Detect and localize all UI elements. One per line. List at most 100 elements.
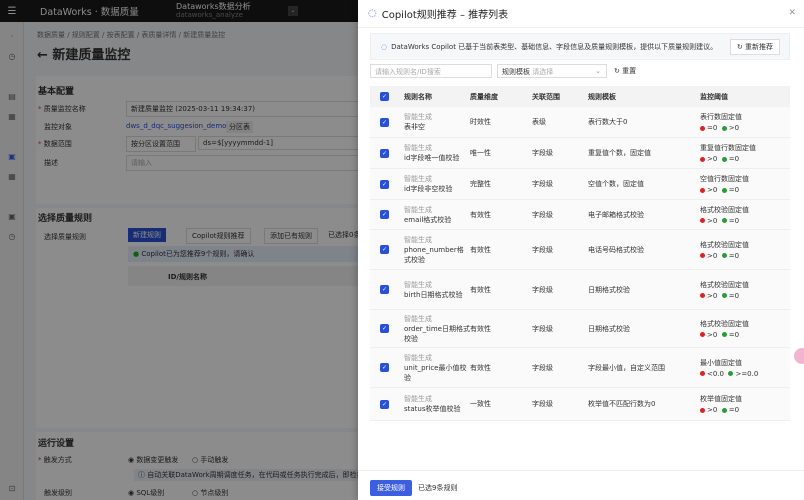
copilot-icon: ◌: [368, 8, 377, 19]
row-checkbox[interactable]: ✓: [380, 285, 389, 294]
row-checkbox[interactable]: ✓: [380, 324, 389, 333]
rule-name: id字段唯一值校验: [404, 154, 460, 162]
rule-name-cell: 智能生成 email格式校验: [404, 205, 470, 225]
selected-count: 已选9条规则: [418, 484, 458, 492]
red-dot-icon: [700, 253, 705, 258]
scope-cell: 字段级: [532, 324, 553, 333]
scope-cell: 字段级: [532, 210, 553, 219]
generated-tag: 智能生成: [404, 144, 432, 152]
rule-name: birth日期格式校验: [404, 290, 463, 299]
info-text: DataWorks Copilot 已基于当前表类型、基础信息、字段信息及质量规…: [391, 42, 718, 51]
red-dot-icon: [700, 293, 705, 298]
dimension-cell: 有效性: [470, 324, 491, 333]
template-select[interactable]: 规则模板 请选择 ⌄: [497, 64, 607, 78]
scope-cell: 字段级: [532, 400, 553, 408]
reset-button[interactable]: ↻ 重置: [614, 66, 636, 76]
row-checkbox[interactable]: ✓: [380, 179, 389, 189]
close-icon[interactable]: ✕: [788, 8, 796, 18]
template-cell: 日期格式校验: [588, 324, 630, 333]
scope-cell: 字段级: [532, 180, 553, 188]
green-dot-icon: [721, 407, 727, 413]
rule-name-cell: 智能生成 birth日期格式校验: [404, 280, 470, 300]
row-checkbox[interactable]: ✓: [380, 399, 389, 409]
info-box: ◌ DataWorks Copilot 已基于当前表类型、基础信息、字段信息及质…: [370, 33, 790, 60]
threshold-type: 最小值固定值: [700, 358, 742, 367]
template-cell: 空值个数，固定值: [588, 180, 644, 188]
table-row[interactable]: ✓ 智能生成 birth日期格式校验 有效性 字段级 日期格式校验 格式校验固定值…: [370, 270, 790, 310]
rule-name-cell: 智能生成 id字段唯一值校验: [404, 143, 470, 163]
search-input[interactable]: 请输入规则名/ID搜索: [370, 64, 492, 78]
threshold-cell: 格式校验固定值 >0 =0: [700, 240, 790, 260]
row-checkbox[interactable]: ✓: [380, 210, 389, 219]
threshold-cell: 格式校验固定值 >0 =0: [700, 205, 790, 225]
threshold-type: 重复值行数固定值: [700, 144, 756, 152]
threshold-cell: 格式校验固定值 >0 =0: [700, 319, 790, 339]
table-row[interactable]: ✓ 智能生成 order_time日期格式校验 有效性 字段级 日期格式校验 格式…: [370, 310, 790, 348]
table-row[interactable]: ✓ 智能生成 表非空 时效性 表级 表行数大于0 表行数固定值 =0 >0: [370, 107, 790, 138]
red-dot-icon: [700, 187, 705, 193]
drawer-title: Copilot规则推荐 – 推荐列表: [381, 10, 509, 21]
threshold-type: 格式校验固定值: [700, 319, 749, 328]
template-cell: 表行数大于0: [588, 118, 628, 126]
green-dot-icon: [721, 156, 727, 162]
col-threshold: 监控阈值: [700, 92, 728, 101]
table-row[interactable]: ✓ 智能生成 unit_price最小值校验 有效性 字段级 字段最小值，自定义范…: [370, 348, 790, 388]
col-scope: 关联范围: [532, 92, 560, 101]
table-row[interactable]: ✓ 智能生成 email格式校验 有效性 字段级 电子邮箱格式校验 格式校验固定值…: [370, 200, 790, 230]
dimension-cell: 一致性: [470, 400, 491, 408]
select-label: 规则模板: [502, 68, 530, 76]
green-threshold: =0: [728, 186, 740, 194]
dimension-cell: 有效性: [470, 210, 491, 219]
generated-tag: 智能生成: [404, 280, 432, 289]
green-dot-icon: [721, 332, 727, 337]
table-row[interactable]: ✓ 智能生成 id字段非空校验 完整性 字段级 空值个数，固定值 空值行数固定值 >…: [370, 169, 790, 200]
generated-tag: 智能生成: [404, 113, 432, 121]
table-row[interactable]: ✓ 智能生成 id字段唯一值校验 唯一性 字段级 重复值个数，固定值 重复值行数固…: [370, 138, 790, 169]
assistant-float-button[interactable]: [794, 348, 804, 364]
rule-name: 表非空: [404, 123, 425, 131]
rule-name: unit_price最小值校验: [404, 363, 467, 382]
select-placeholder: 请选择: [532, 68, 554, 76]
col-dimension: 质量维度: [470, 92, 498, 101]
select-all-checkbox[interactable]: ✓: [380, 92, 389, 101]
threshold-type: 格式校验固定值: [700, 205, 749, 214]
rule-name-cell: 智能生成 id字段非空校验: [404, 174, 470, 194]
dimension-cell: 唯一性: [470, 149, 491, 157]
rule-name-cell: 智能生成 unit_price最小值校验: [404, 353, 470, 383]
dimension-cell: 时效性: [470, 118, 491, 126]
dimension-cell: 有效性: [470, 245, 491, 254]
row-checkbox[interactable]: ✓: [380, 148, 389, 158]
row-checkbox[interactable]: ✓: [380, 245, 389, 254]
copilot-icon: ◌: [381, 42, 388, 51]
generated-tag: 智能生成: [404, 395, 432, 403]
accept-rules-button[interactable]: 接受规则: [370, 480, 412, 496]
button-label: 重新推荐: [745, 43, 773, 51]
threshold-cell: 最小值固定值 <0.0 >=0.0: [700, 358, 790, 378]
scope-cell: 表级: [532, 118, 546, 126]
row-checkbox[interactable]: ✓: [380, 363, 389, 372]
template-cell: 日期格式校验: [588, 285, 630, 294]
red-dot-icon: [700, 218, 705, 223]
row-checkbox[interactable]: ✓: [380, 117, 389, 127]
chevron-down-icon: ⌄: [595, 67, 601, 75]
generated-tag: 智能生成: [404, 205, 432, 214]
generated-tag: 智能生成: [404, 314, 432, 323]
threshold-type: 格式校验固定值: [700, 240, 749, 249]
dimension-cell: 完整性: [470, 180, 491, 188]
red-threshold: >0: [707, 186, 718, 194]
template-cell: 重复值个数，固定值: [588, 149, 651, 157]
threshold-cell: 枚举值固定值 >0 =0: [700, 394, 790, 414]
table-row[interactable]: ✓ 智能生成 phone_number格式校验 有效性 字段级 电话号码格式校验 …: [370, 230, 790, 270]
red-dot-icon: [700, 407, 705, 413]
green-threshold: =0: [728, 251, 740, 260]
rule-name: id字段非空校验: [404, 185, 453, 193]
red-dot-icon: [700, 371, 705, 376]
rule-name: status枚举值校验: [404, 405, 461, 413]
template-cell: 电子邮箱格式校验: [588, 210, 644, 219]
green-dot-icon: [721, 253, 727, 258]
re-recommend-button[interactable]: ↻ 重新推荐: [729, 39, 780, 55]
green-threshold: =0: [728, 291, 740, 300]
col-template: 规则模板: [588, 92, 616, 101]
table-row[interactable]: ✓ 智能生成 status枚举值校验 一致性 字段级 枚举值不匹配行数为0 枚举值…: [370, 388, 790, 421]
red-threshold: <0.0: [707, 369, 724, 378]
